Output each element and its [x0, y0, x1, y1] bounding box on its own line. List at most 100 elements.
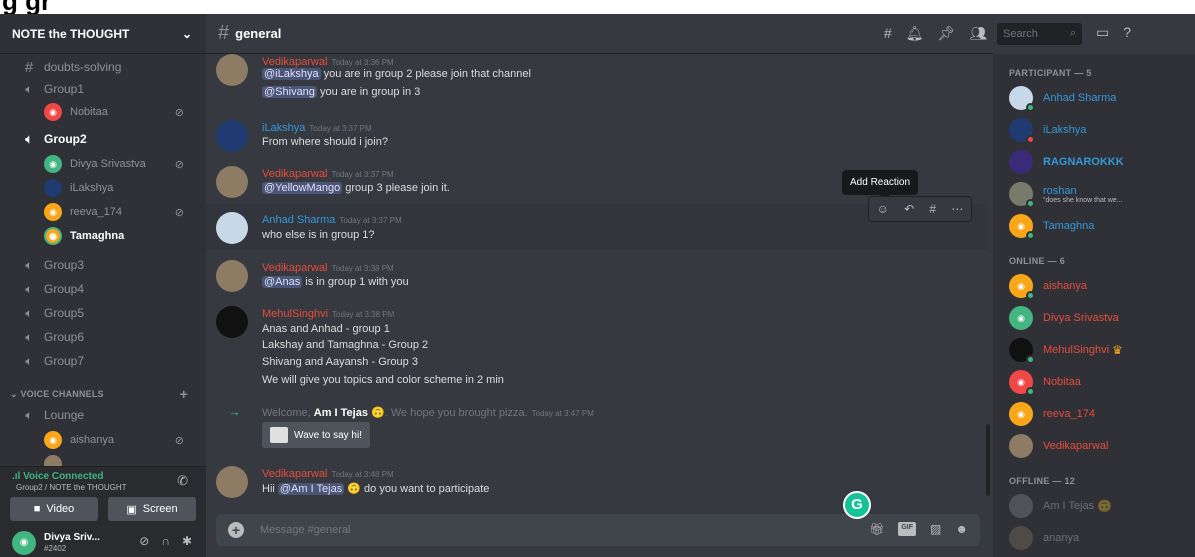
channel-group7[interactable]: 🔈︎ Group7 — [0, 350, 206, 372]
message-time: Today at 3:37 PM — [331, 170, 394, 179]
add-channel-icon[interactable]: + — [180, 386, 188, 402]
avatar[interactable] — [216, 212, 248, 244]
gear-icon[interactable]: ✱ — [182, 534, 192, 548]
inbox-icon[interactable]: ▭ — [1096, 24, 1109, 41]
message-time: Today at 3:37 PM — [339, 216, 402, 225]
message-author[interactable]: iLakshya Today at 3:37 PM — [262, 122, 372, 134]
screen-share-button[interactable]: ▣ Screen — [108, 497, 196, 521]
user-mention[interactable]: @Am I Tejas — [277, 483, 345, 495]
voice-user-reeva[interactable]: ◉ reeva_174 ⊘ — [0, 200, 206, 224]
add-reaction-tooltip: Add Reaction — [842, 170, 919, 200]
muted-mic-icon[interactable]: ⊘ — [139, 534, 149, 548]
message-author[interactable]: Vedikaparwal Today at 3:36 PM — [262, 56, 394, 68]
member-name: Vedikaparwal — [1043, 440, 1109, 452]
avatar[interactable] — [216, 306, 248, 338]
pin-icon[interactable]: 📌︎ — [937, 25, 955, 42]
wave-button[interactable]: Wave to say hi! — [262, 422, 370, 448]
headphones-icon[interactable]: ∩ — [161, 534, 170, 548]
user-name: Divya Sriv... — [44, 531, 100, 543]
message-author[interactable]: Anhad Sharma Today at 3:37 PM — [262, 214, 402, 226]
user-mention[interactable]: @Anas — [262, 276, 303, 288]
bell-icon[interactable]: 🔔︎ — [906, 25, 924, 42]
member-item[interactable]: MehulSinghvi ♛ — [993, 334, 1195, 366]
member-status: "does she know that we... — [1043, 196, 1123, 204]
channel-group6[interactable]: 🔈︎ Group6 — [0, 326, 206, 348]
avatar[interactable] — [216, 54, 248, 86]
user-mention[interactable]: @iLakshya — [262, 68, 321, 80]
search-input[interactable]: Search ⌕ — [997, 23, 1082, 45]
member-item[interactable]: ◉ Divya Srivastva — [993, 302, 1195, 334]
grammarly-icon[interactable]: G — [843, 491, 871, 519]
member-item[interactable]: Anhad Sharma — [993, 82, 1195, 114]
voice-user-divya[interactable]: ◉ Divya Srivastva ⊘ — [0, 152, 206, 176]
voice-user-ilakshya[interactable]: iLakshya — [0, 176, 206, 200]
member-item[interactable]: roshan "does she know that we... — [993, 178, 1195, 210]
channel-title: general — [235, 26, 282, 41]
member-item[interactable]: iLakshya — [993, 114, 1195, 146]
member-item[interactable]: Vedikaparwal — [993, 430, 1195, 462]
system-user[interactable]: Am I Tejas — [314, 407, 368, 419]
voice-user-nobitaa[interactable]: ◉ Nobitaa ⊘ — [0, 100, 206, 124]
reply-icon[interactable]: ↶ — [904, 202, 914, 216]
avatar: ◉ — [44, 103, 62, 121]
gif-icon[interactable]: GIF — [898, 522, 917, 536]
members-icon[interactable]: 👥︎ — [969, 25, 987, 42]
channel-lounge[interactable]: 🔈︎ Lounge — [0, 404, 206, 426]
channel-doubts-solving[interactable]: # doubts-solving — [0, 56, 206, 78]
user-mention[interactable]: @YellowMango — [262, 182, 343, 194]
system-text: . We hope you brought pizza. — [384, 407, 528, 419]
channel-label: Group3 — [44, 258, 85, 272]
channel-group2[interactable]: 🔈︎ Group2 — [0, 128, 206, 150]
member-item[interactable]: ◉ reeva_174 — [993, 398, 1195, 430]
channel-group5[interactable]: 🔈︎ Group5 — [0, 302, 206, 324]
voice-user-partial — [0, 452, 206, 466]
member-name: ananya — [1043, 532, 1080, 544]
avatar[interactable] — [216, 120, 248, 152]
sticker-icon[interactable]: ▨ — [930, 522, 941, 536]
threads-icon[interactable]: # — [884, 25, 892, 42]
channel-group3[interactable]: 🔈︎ Group3 — [0, 254, 206, 276]
member-item[interactable]: ◉ Tamaghna — [993, 210, 1195, 242]
member-item[interactable]: ◉ Nobitaa — [993, 366, 1195, 398]
avatar: ◉ — [1009, 274, 1035, 300]
author-name: Vedikaparwal — [262, 56, 328, 68]
member-name: Divya Srivastva — [1043, 312, 1119, 324]
message-text: From where should i join? — [262, 136, 388, 148]
server-header[interactable]: NOTE the THOUGHT ⌄ — [0, 14, 206, 54]
add-reaction-icon[interactable]: ☺ — [877, 202, 889, 216]
member-item[interactable]: Am I Tejas 🙃 — [993, 490, 1195, 522]
scrollbar[interactable] — [986, 424, 990, 496]
muted-mic-icon: ⊘ — [174, 206, 184, 219]
user-panel: ◉ Divya Sriv... #2402 ⊘ ∩ ✱ — [0, 528, 206, 557]
emoji-icon[interactable]: ☻ — [955, 522, 968, 536]
avatar[interactable] — [216, 466, 248, 498]
message-author[interactable]: Vedikaparwal Today at 3:38 PM — [262, 262, 394, 274]
message-author[interactable]: MehulSinghvi Today at 3:38 PM — [262, 308, 394, 320]
add-attachment-icon[interactable]: + — [228, 522, 244, 538]
video-button[interactable]: ■ Video — [10, 497, 98, 521]
member-item[interactable]: ananya — [993, 522, 1195, 554]
voice-status-text: Voice Connected — [23, 471, 104, 482]
user-avatar[interactable]: ◉ — [12, 530, 36, 555]
author-name: Vedikaparwal — [262, 168, 328, 180]
voice-channels-category[interactable]: ⌄ VOICE CHANNELS + — [0, 386, 206, 402]
member-item[interactable]: ◉ aishanya — [993, 270, 1195, 302]
search-placeholder: Search — [1003, 28, 1038, 40]
voice-user-tamaghna[interactable]: ◉ Tamaghna — [0, 224, 206, 248]
wave-label: Wave to say hi! — [294, 429, 362, 441]
message-input[interactable]: + Message #general 🎁︎ GIF ▨ ☻ — [216, 514, 980, 546]
avatar[interactable] — [216, 166, 248, 198]
disconnect-icon[interactable]: ✆ — [177, 473, 188, 489]
help-icon[interactable]: ? — [1123, 24, 1131, 41]
gift-icon[interactable]: 🎁︎ — [869, 522, 884, 536]
more-icon[interactable]: ⋯ — [951, 202, 963, 216]
channel-group4[interactable]: 🔈︎ Group4 — [0, 278, 206, 300]
voice-user-aishanya[interactable]: ◉ aishanya ⊘ — [0, 428, 206, 452]
message-author[interactable]: Vedikaparwal Today at 3:37 PM — [262, 168, 394, 180]
avatar[interactable] — [216, 260, 248, 292]
message-author[interactable]: Vedikaparwal Today at 3:48 PM — [262, 468, 394, 480]
thread-icon[interactable]: # — [929, 202, 936, 216]
user-mention[interactable]: @Shivang — [262, 86, 317, 98]
member-item[interactable]: RAGNAROKKK — [993, 146, 1195, 178]
channel-group1[interactable]: 🔈︎ Group1 — [0, 78, 206, 100]
